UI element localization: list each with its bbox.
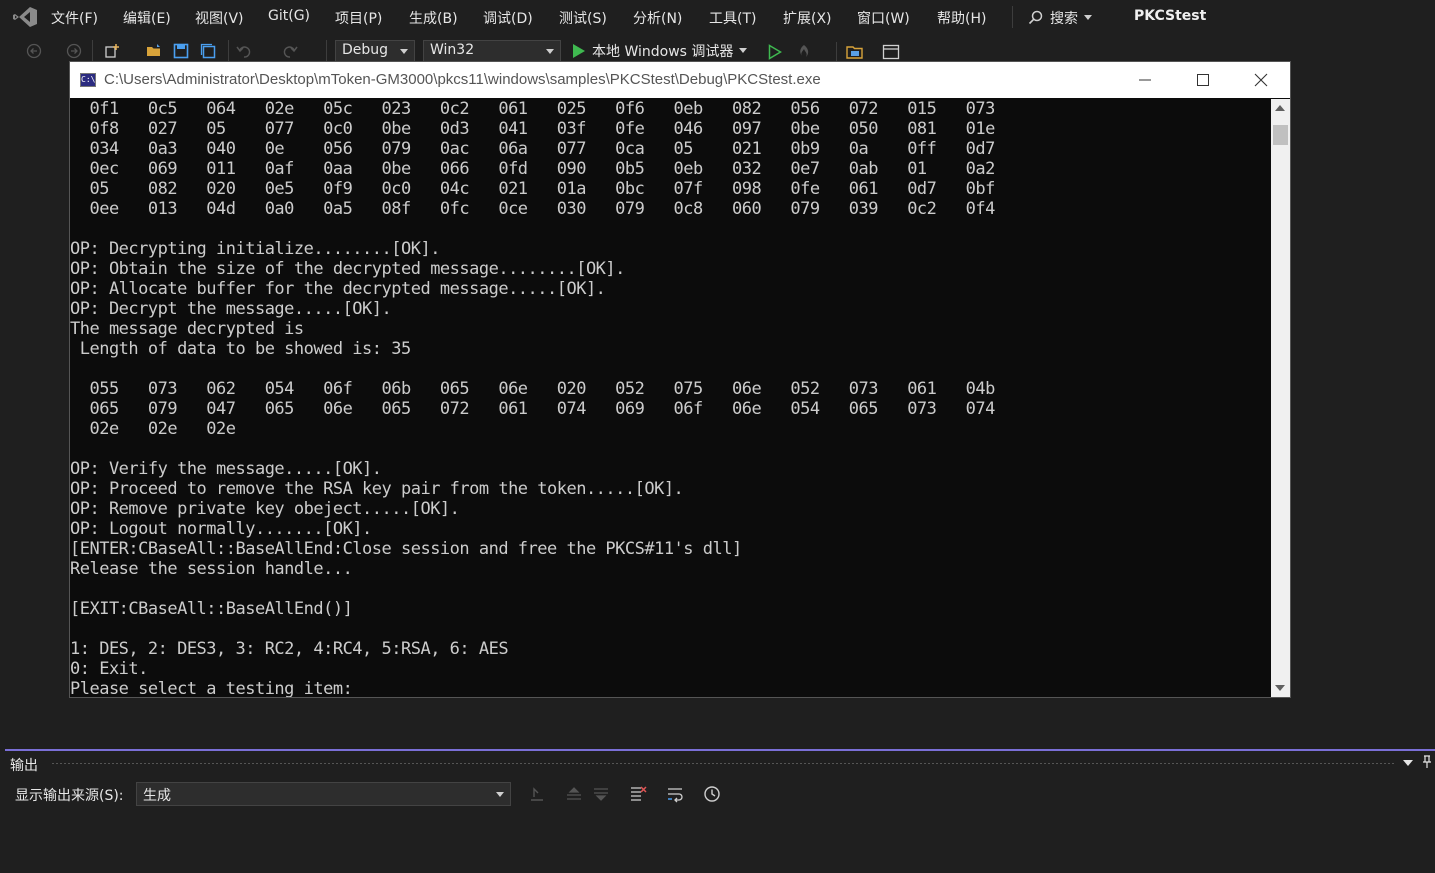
- console-output[interactable]: 0f1 0c5 064 02e 05c 023 0c2 061 025 0f6 …: [70, 99, 1271, 697]
- menu-tools[interactable]: 工具(T): [709, 8, 756, 28]
- console-text: 0f1 0c5 064 02e 05c 023 0c2 061 025 0f6 …: [70, 99, 995, 697]
- solution-platform-value: Win32: [430, 42, 475, 58]
- menu-build[interactable]: 生成(B): [409, 8, 458, 28]
- solution-title: PKCStest: [1134, 8, 1207, 24]
- clear-all-icon[interactable]: [629, 785, 647, 803]
- undo-icon[interactable]: [236, 43, 252, 59]
- go-to-line-icon[interactable]: [528, 785, 546, 803]
- chevron-down-icon: [400, 49, 408, 54]
- menu-bar: 文件(F) 编辑(E) 视图(V) Git(G) 项目(P) 生成(B) 调试(…: [0, 0, 1435, 34]
- toolbar-separator: [92, 40, 93, 62]
- panel-grip[interactable]: [51, 762, 1396, 765]
- minimize-icon[interactable]: [1133, 68, 1157, 92]
- menu-test[interactable]: 测试(S): [559, 8, 607, 28]
- console-scrollbar[interactable]: [1271, 99, 1290, 697]
- scroll-thumb[interactable]: [1273, 125, 1288, 145]
- new-project-icon[interactable]: [104, 43, 120, 59]
- start-debugging-button[interactable]: 本地 Windows 调试器: [572, 41, 748, 61]
- menu-edit[interactable]: 编辑(E): [123, 8, 171, 28]
- panel-options-icon[interactable]: [1403, 759, 1413, 767]
- pin-icon[interactable]: [1422, 755, 1432, 769]
- search-label: 搜索: [1050, 11, 1078, 27]
- menu-separator: [1012, 6, 1013, 28]
- solution-configuration-select[interactable]: Debug: [335, 40, 415, 62]
- console-app-icon: C:\: [80, 73, 96, 87]
- menu-extensions[interactable]: 扩展(X): [783, 8, 832, 28]
- chevron-down-icon: [1084, 15, 1092, 20]
- solution-platform-select[interactable]: Win32: [423, 40, 561, 62]
- redo-icon[interactable]: [282, 43, 298, 59]
- chevron-down-icon: [546, 49, 554, 54]
- scroll-down-icon[interactable]: [1275, 685, 1285, 691]
- folder-view-icon[interactable]: [846, 43, 864, 61]
- open-folder-icon[interactable]: [146, 43, 162, 59]
- play-icon: [573, 44, 585, 58]
- hot-reload-icon[interactable]: [795, 43, 813, 61]
- navigate-forward-icon[interactable]: [66, 43, 82, 59]
- menu-analyze[interactable]: 分析(N): [633, 8, 682, 28]
- next-message-icon[interactable]: [592, 785, 610, 803]
- output-text-area[interactable]: [5, 811, 1435, 873]
- start-debugging-label: 本地 Windows 调试器: [592, 44, 734, 60]
- navigate-back-icon[interactable]: [26, 43, 42, 59]
- console-title-bar[interactable]: C:\ C:\Users\Administrator\Desktop\mToke…: [70, 62, 1290, 98]
- solution-configuration-value: Debug: [342, 42, 389, 58]
- output-panel: 输出 显示输出来源(S): 生成: [5, 749, 1435, 873]
- maximize-icon[interactable]: [1191, 68, 1215, 92]
- save-all-icon[interactable]: [200, 43, 216, 59]
- menu-project[interactable]: 项目(P): [335, 8, 382, 28]
- search-button[interactable]: 搜索: [1028, 8, 1092, 28]
- menu-debug[interactable]: 调试(D): [483, 8, 533, 28]
- toolbar-separator: [228, 40, 229, 62]
- timestamp-icon[interactable]: [703, 785, 721, 803]
- search-icon: [1028, 10, 1043, 25]
- word-wrap-icon[interactable]: [666, 785, 684, 803]
- window-layout-icon[interactable]: [882, 43, 900, 61]
- start-without-debugging-icon[interactable]: [768, 44, 782, 60]
- console-window[interactable]: C:\ C:\Users\Administrator\Desktop\mToke…: [69, 61, 1291, 698]
- chevron-down-icon: [739, 48, 748, 53]
- menu-window[interactable]: 窗口(W): [857, 8, 910, 28]
- menu-help[interactable]: 帮助(H): [937, 8, 986, 28]
- console-title-text: C:\Users\Administrator\Desktop\mToken-GM…: [104, 71, 821, 88]
- output-source-select[interactable]: 生成: [136, 782, 511, 806]
- scroll-up-icon[interactable]: [1275, 105, 1285, 111]
- output-panel-header[interactable]: 输出: [5, 751, 1435, 775]
- output-panel-title: 输出: [10, 758, 38, 774]
- menu-git[interactable]: Git(G): [268, 8, 310, 24]
- previous-message-icon[interactable]: [565, 785, 583, 803]
- menu-file[interactable]: 文件(F): [51, 8, 98, 28]
- save-icon[interactable]: [173, 43, 189, 59]
- menu-view[interactable]: 视图(V): [195, 8, 244, 28]
- visual-studio-logo-icon: [13, 7, 37, 27]
- toolbar-separator: [326, 40, 327, 62]
- chevron-down-icon: [496, 792, 504, 797]
- close-icon[interactable]: [1249, 68, 1273, 92]
- output-source-value: 生成: [143, 788, 171, 804]
- output-source-label: 显示输出来源(S):: [15, 788, 124, 804]
